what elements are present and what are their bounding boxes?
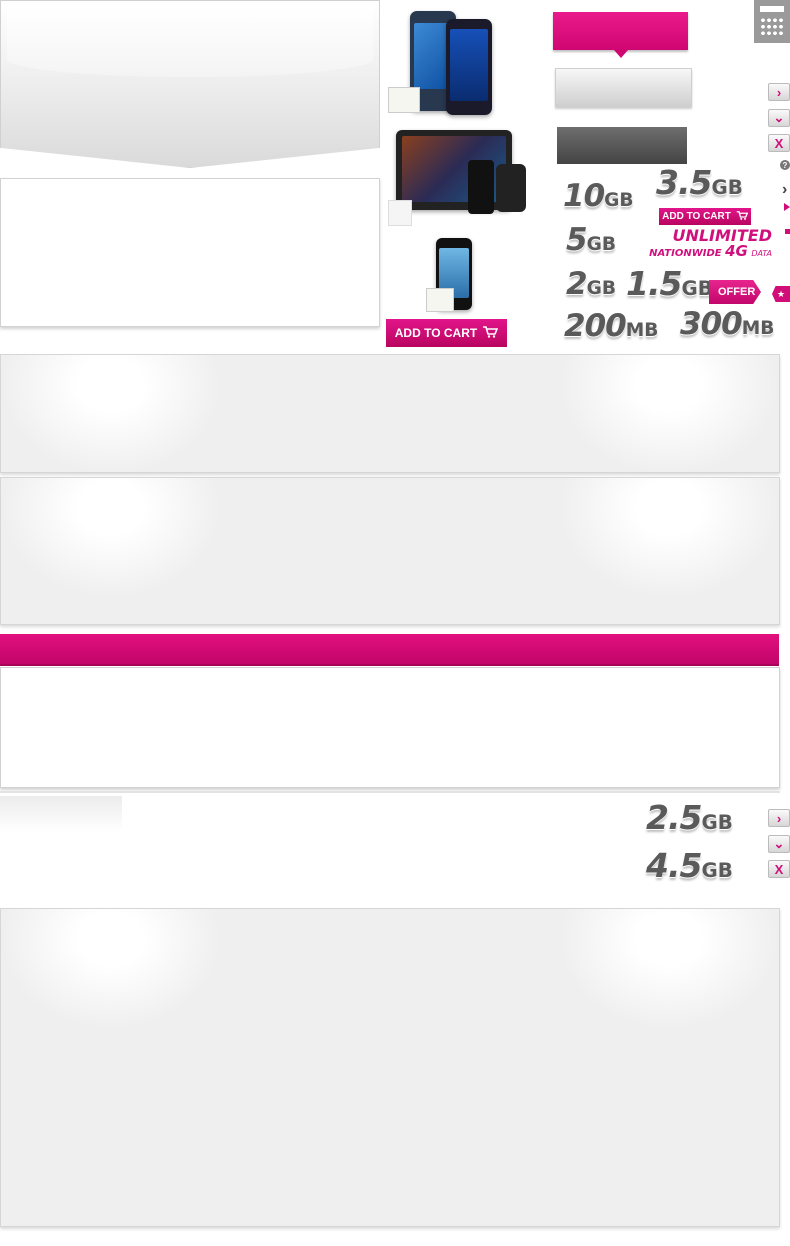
- sim-card-icon: [426, 288, 454, 312]
- calculator-icon[interactable]: [754, 0, 790, 43]
- close-button[interactable]: X: [768, 134, 790, 152]
- divider: [0, 791, 780, 793]
- help-icon[interactable]: ?: [780, 160, 790, 170]
- size-4-5gb: 4.5GB: [646, 846, 733, 885]
- hotspot: [496, 164, 526, 212]
- grey-label-tag: [555, 68, 692, 107]
- size-3-5gb: 3.5GB: [656, 163, 743, 202]
- content-panel-3: [0, 667, 780, 788]
- add-to-cart-button-small[interactable]: ADD TO CART: [659, 208, 751, 225]
- size-200mb: 200MB: [564, 308, 659, 344]
- tablet-hotspot-image: [388, 128, 528, 228]
- play-arrow-icon: [784, 203, 790, 211]
- content-panel-2: [0, 477, 780, 625]
- size-5gb: 5GB: [566, 222, 617, 258]
- phones-image: [388, 5, 528, 123]
- banner-gloss: [7, 7, 373, 77]
- pink-header-bar: [0, 634, 779, 666]
- add-to-cart-label: ADD TO CART: [394, 326, 478, 340]
- iphone-image: [424, 238, 488, 318]
- offer-tag: OFFER: [709, 280, 761, 304]
- chevron-right-icon[interactable]: ›: [782, 181, 787, 199]
- expand-button[interactable]: ⌄: [768, 109, 790, 127]
- cart-icon: [736, 210, 749, 223]
- sim-card-icon: [388, 200, 412, 226]
- size-300mb: 300MB: [680, 306, 775, 342]
- pink-label-tag: [553, 12, 688, 58]
- dark-label-tag: [557, 127, 687, 164]
- size-1-5gb: 1.5GB: [626, 264, 713, 303]
- close-button-lower[interactable]: X: [768, 860, 790, 878]
- usb-stick: [468, 160, 494, 214]
- size-2gb: 2GB: [566, 266, 617, 302]
- next-button[interactable]: ›: [768, 83, 790, 101]
- windows-phone: [446, 19, 492, 115]
- tablet: [396, 130, 512, 210]
- size-2-5gb: 2.5GB: [646, 798, 733, 837]
- hero-banner: [0, 0, 380, 168]
- star-tag-icon: ★: [772, 286, 790, 302]
- content-panel-top: [0, 178, 380, 327]
- cart-icon: [482, 325, 499, 341]
- next-button-lower[interactable]: ›: [768, 809, 790, 827]
- unlimited-4g-badge: UNLIMITED NATIONWIDE 4G DATA: [649, 226, 772, 260]
- bullet-icon: [785, 229, 790, 234]
- expand-button-lower[interactable]: ⌄: [768, 835, 790, 853]
- content-panel-1: [0, 354, 780, 473]
- sim-card-icon: [388, 87, 420, 113]
- add-to-cart-button-large[interactable]: ADD TO CART: [386, 319, 507, 347]
- add-to-cart-label: ADD TO CART: [662, 211, 731, 222]
- size-10gb: 10GB: [563, 178, 634, 214]
- content-panel-large: [0, 908, 780, 1227]
- grey-tab-shape: [0, 796, 122, 832]
